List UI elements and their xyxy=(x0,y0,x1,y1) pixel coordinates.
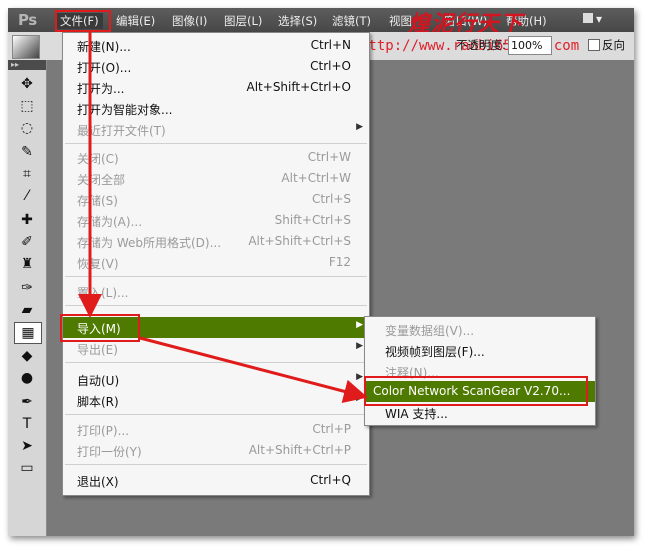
photoshop-window: Ps 文件(F) 编辑(E) 图像(I) 图层(L) 选择(S) 滤镜(T) 视… xyxy=(8,8,634,536)
arrow-to-scangear xyxy=(139,336,368,404)
annotation-arrows xyxy=(78,32,368,404)
